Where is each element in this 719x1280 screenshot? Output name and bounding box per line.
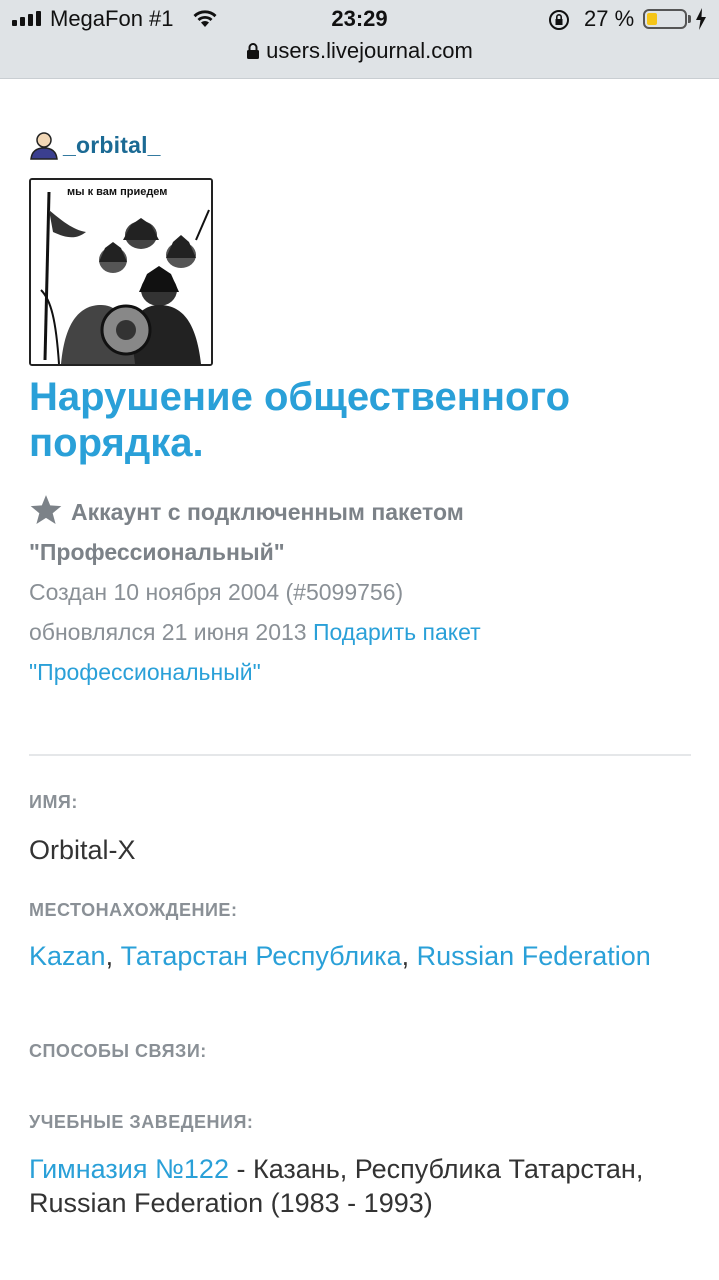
schools-label: УЧЕБНЫЕ ЗАВЕДЕНИЯ: [29, 1112, 254, 1132]
battery-tip [688, 15, 691, 23]
location-value: Kazan, Татарстан Республика, Russian Fed… [29, 941, 651, 971]
name-label: ИМЯ: [29, 792, 78, 812]
location-label: МЕСТОНАХОЖДЕНИЕ: [29, 900, 238, 920]
username-link[interactable]: _orbital_ [63, 132, 161, 159]
charging-bolt-icon [696, 8, 706, 30]
school-link[interactable]: Гимназия №122 [29, 1154, 229, 1184]
browser-top-bar: MegaFon #1 23:29 27 % users.livejournal.… [0, 0, 719, 79]
location-country-link[interactable]: Russian Federation [417, 941, 651, 971]
star-icon [30, 495, 62, 525]
paid-account-line: Аккаунт с подключенным пакетом "Професси… [29, 492, 691, 572]
profile-header: _orbital_ мы к вам приедем Нарушение общ [29, 122, 691, 692]
address-bar[interactable]: users.livejournal.com [0, 38, 719, 64]
updated-date: обновлялся 21 июня 2013 [29, 619, 307, 645]
url-text: users.livejournal.com [266, 38, 473, 63]
name-value: Orbital-X [29, 835, 136, 865]
created-date: Создан 10 ноября 2004 (#5099756) [29, 579, 404, 605]
userpic-illustration [31, 180, 211, 364]
account-meta: Аккаунт с подключенным пакетом "Професси… [29, 492, 691, 692]
battery-percentage: 27 % [584, 6, 635, 31]
status-bar: MegaFon #1 23:29 27 % [0, 0, 719, 40]
paid-account-text: Аккаунт с подключенным пакетом "Професси… [29, 499, 464, 565]
user-row: _orbital_ [29, 122, 691, 168]
rotation-lock-icon [549, 10, 569, 30]
userpic-caption: мы к вам приедем [67, 186, 168, 198]
battery-icon [643, 9, 687, 29]
section-divider [29, 754, 691, 756]
contacts-label: СПОСОБЫ СВЯЗИ: [29, 1041, 207, 1061]
battery-fill [647, 13, 657, 25]
location-city-link[interactable]: Kazan [29, 941, 106, 971]
userpic-image: мы к вам приедем [29, 178, 213, 366]
updated-line: обновлялся 21 июня 2013 Подарить пакет "… [29, 612, 691, 692]
location-region-link[interactable]: Татарстан Республика [121, 941, 402, 971]
user-head-icon[interactable] [29, 130, 59, 160]
padlock-icon [247, 43, 260, 59]
school-value: Гимназия №122 - Казань, Республика Татар… [29, 1152, 691, 1220]
journal-title[interactable]: Нарушение общественного порядка. [29, 374, 691, 466]
